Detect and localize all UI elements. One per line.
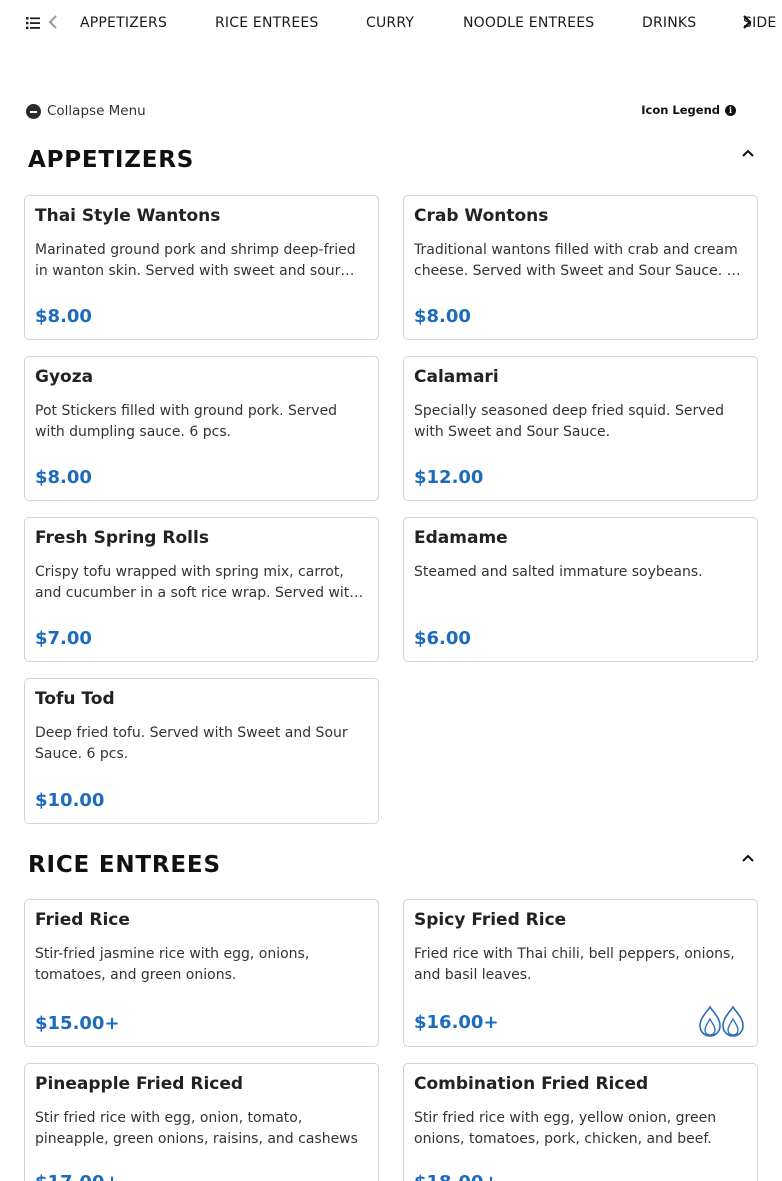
- menu-item-card[interactable]: Edamame Steamed and salted immature soyb…: [403, 517, 758, 662]
- nav-item-curry[interactable]: CURRY: [366, 15, 414, 31]
- item-name: Crab Wontons: [414, 206, 549, 226]
- item-description: Stir-fried jasmine rice with egg, onions…: [35, 946, 310, 983]
- menu-item-card[interactable]: Thai Style Wantons Marinated ground pork…: [24, 195, 379, 340]
- item-description: Marinated ground pork and shrimp deep-fr…: [35, 242, 356, 279]
- item-description: Stir fried rice with egg, yellow onion, …: [414, 1110, 717, 1147]
- item-description: Fried rice with Thai chili, bell peppers…: [414, 946, 735, 983]
- menu-item-card[interactable]: Spicy Fried Rice Fried rice with Thai ch…: [403, 899, 758, 1047]
- chevron-right-icon[interactable]: [741, 13, 753, 31]
- item-name: Fresh Spring Rolls: [35, 528, 209, 548]
- item-price: $8.00: [35, 306, 92, 327]
- item-price: $15.00+: [35, 1013, 120, 1034]
- category-nav: APPETIZERS RICE ENTREES CURRY NOODLE ENT…: [0, 0, 782, 46]
- item-description: Traditional wantons filled with crab and…: [414, 242, 738, 279]
- collapse-menu-label: Collapse Menu: [47, 103, 146, 119]
- menu-item-card[interactable]: Tofu Tod Deep fried tofu. Served with Sw…: [24, 678, 379, 824]
- menu-item-card[interactable]: Gyoza Pot Stickers filled with ground po…: [24, 356, 379, 501]
- list-icon[interactable]: [26, 16, 40, 30]
- item-description: Steamed and salted immature soybeans.: [414, 564, 703, 580]
- info-icon: i: [725, 104, 736, 116]
- item-price: $17.00+: [35, 1172, 120, 1181]
- item-name: Calamari: [414, 367, 499, 387]
- item-name: Pineapple Fried Riced: [35, 1074, 244, 1094]
- item-price: $12.00: [414, 467, 484, 488]
- icon-legend-label: Icon Legend: [641, 103, 720, 117]
- nav-item-noodle-entrees[interactable]: NOODLE ENTREES: [463, 15, 594, 31]
- item-name: Tofu Tod: [35, 689, 115, 709]
- nav-item-drinks[interactable]: DRINKS: [642, 15, 696, 31]
- item-price: $7.00: [35, 628, 92, 649]
- item-name: Thai Style Wantons: [35, 206, 221, 226]
- item-name: Combination Fried Riced: [414, 1074, 649, 1094]
- item-price: $18.00+: [414, 1172, 499, 1181]
- minus-circle-icon: [26, 103, 41, 119]
- item-description: Specially seasoned deep fried squid. Ser…: [414, 403, 724, 440]
- item-name: Edamame: [414, 528, 508, 548]
- chevron-left-icon[interactable]: [47, 13, 59, 31]
- item-name: Fried Rice: [35, 910, 130, 930]
- section-title-appetizers: APPETIZERS: [28, 147, 195, 173]
- item-description: Stir fried rice with egg, onion, tomato,…: [35, 1110, 358, 1147]
- menu-item-card[interactable]: Crab Wontons Traditional wantons filled …: [403, 195, 758, 340]
- collapse-menu-button[interactable]: Collapse Menu: [26, 102, 146, 120]
- item-name: Spicy Fried Rice: [414, 910, 567, 930]
- nav-item-rice-entrees[interactable]: RICE ENTREES: [215, 15, 319, 31]
- nav-item-appetizers[interactable]: APPETIZERS: [80, 15, 167, 31]
- item-price: $8.00: [35, 467, 92, 488]
- item-description: Crispy tofu wrapped with spring mix, car…: [35, 564, 359, 601]
- icon-legend-button[interactable]: Icon Legend i: [641, 103, 736, 117]
- item-price: $16.00+: [414, 1012, 499, 1033]
- section-title-rice-entrees: RICE ENTREES: [28, 852, 221, 878]
- item-price: $6.00: [414, 628, 471, 649]
- item-price: $8.00: [414, 306, 471, 327]
- item-name: Gyoza: [35, 367, 94, 387]
- chevron-up-icon[interactable]: [741, 854, 755, 863]
- menu-item-card[interactable]: Pineapple Fried Riced Stir fried rice wi…: [24, 1063, 379, 1181]
- chevron-up-icon[interactable]: [741, 149, 755, 158]
- menu-item-card[interactable]: Fried Rice Stir-fried jasmine rice with …: [24, 899, 379, 1047]
- item-description: Deep fried tofu. Served with Sweet and S…: [35, 725, 348, 762]
- spicy-level-2-icon: [699, 1005, 744, 1037]
- menu-item-card[interactable]: Combination Fried Riced Stir fried rice …: [403, 1063, 758, 1181]
- item-price: $10.00: [35, 790, 105, 811]
- menu-item-card[interactable]: Fresh Spring Rolls Crispy tofu wrapped w…: [24, 517, 379, 662]
- item-description: Pot Stickers filled with ground pork. Se…: [35, 403, 338, 440]
- menu-item-card[interactable]: Calamari Specially seasoned deep fried s…: [403, 356, 758, 501]
